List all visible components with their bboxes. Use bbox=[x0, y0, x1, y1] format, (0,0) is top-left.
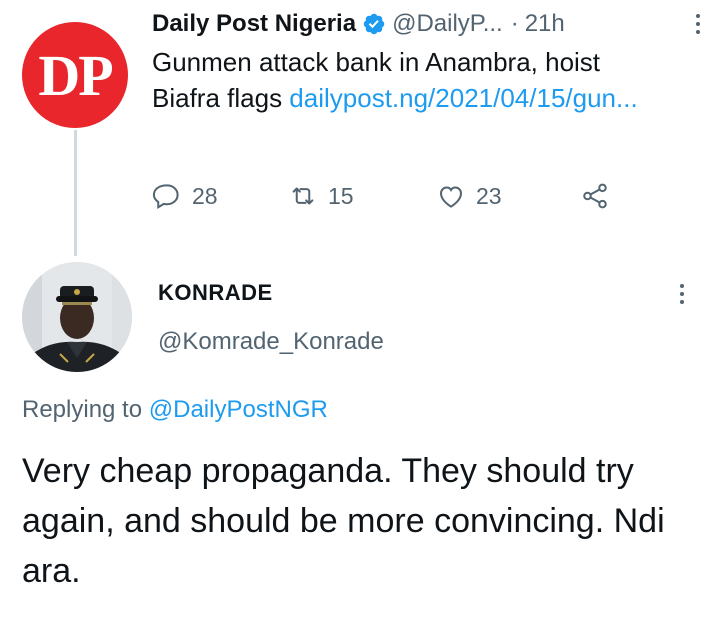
tweet-timestamp[interactable]: 21h bbox=[525, 10, 565, 38]
like-count: 23 bbox=[476, 182, 502, 209]
reply-author-handle[interactable]: @Komrade_Konrade bbox=[158, 328, 384, 356]
replying-to-line: Replying to @DailyPostNGR bbox=[22, 396, 328, 424]
reply-tweet-text: Very cheap propaganda. They should try a… bbox=[22, 452, 665, 590]
author-handle[interactable]: @DailyP... bbox=[392, 10, 503, 38]
reply-header: KONRADE @Komrade_Konrade bbox=[158, 280, 384, 356]
source-tweet[interactable]: Daily Post Nigeria @DailyP... · 21h Gunm… bbox=[152, 4, 704, 116]
reply-count: 28 bbox=[192, 182, 218, 209]
thread-connector-line bbox=[74, 130, 77, 256]
article-link[interactable]: dailypost.ng/2021/04/15/gun... bbox=[289, 83, 637, 113]
retweet-icon bbox=[292, 187, 314, 205]
separator-dot: · bbox=[510, 10, 519, 37]
tweet-header: Daily Post Nigeria @DailyP... · 21h bbox=[152, 4, 704, 44]
konrade-avatar[interactable] bbox=[22, 262, 132, 372]
avatar-logo-text: DP bbox=[38, 42, 113, 108]
tweet-action-bar: 28 15 23 bbox=[152, 176, 622, 216]
daily-post-avatar[interactable]: DP bbox=[22, 22, 128, 128]
more-options-icon[interactable] bbox=[692, 14, 704, 34]
replying-to-handle-link[interactable]: @DailyPostNGR bbox=[149, 396, 328, 423]
reply-icon bbox=[152, 184, 179, 210]
author-name[interactable]: Daily Post Nigeria bbox=[152, 10, 356, 38]
like-button[interactable]: 23 bbox=[436, 181, 502, 211]
share-icon bbox=[583, 183, 607, 209]
replying-prefix: Replying to bbox=[22, 396, 149, 423]
reply-button[interactable]: 28 bbox=[152, 181, 218, 211]
retweet-button[interactable]: 15 bbox=[288, 181, 354, 211]
profile-photo-icon bbox=[22, 262, 132, 372]
reply-author-name[interactable]: KONRADE bbox=[158, 280, 384, 306]
heart-icon bbox=[439, 186, 463, 208]
share-button[interactable] bbox=[580, 181, 610, 211]
reply-more-options-icon[interactable] bbox=[676, 284, 688, 304]
verified-badge-icon bbox=[363, 13, 385, 35]
tweet-text: Gunmen attack bank in Anambra, hoist Bia… bbox=[152, 44, 672, 116]
retweet-count: 15 bbox=[328, 182, 354, 209]
